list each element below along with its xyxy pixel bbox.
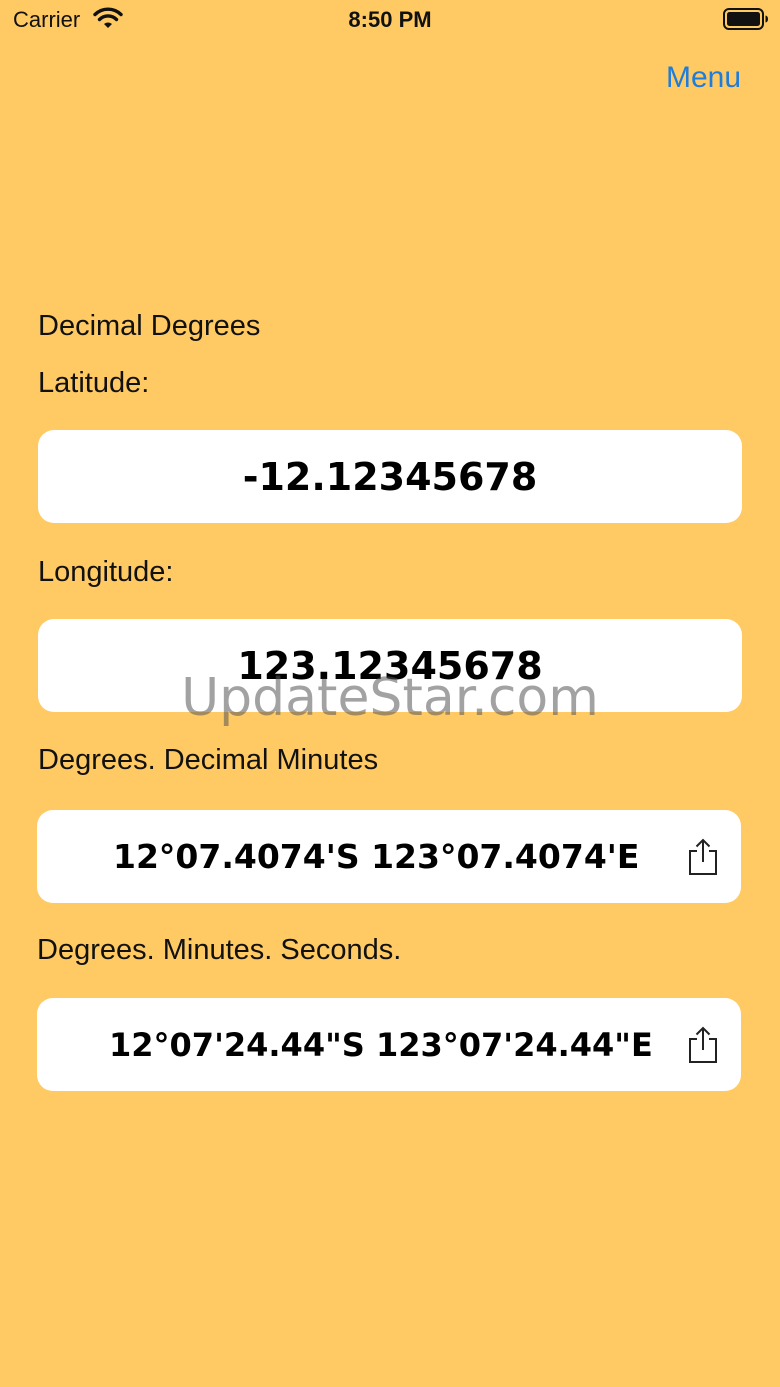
ddm-value: 12°07.4074'S 123°07.4074'E xyxy=(113,837,640,876)
longitude-field[interactable]: 123.12345678 xyxy=(38,619,742,712)
dms-field: 12°07'24.44"S 123°07'24.44"E xyxy=(37,998,741,1091)
latitude-label: Latitude: xyxy=(38,367,150,399)
dms-value: 12°07'24.44"S 123°07'24.44"E xyxy=(109,1025,653,1064)
decimal-degrees-label: Decimal Degrees xyxy=(38,310,261,342)
longitude-label: Longitude: xyxy=(38,556,174,588)
menu-button[interactable]: Menu xyxy=(666,61,741,95)
status-bar: Carrier 8:50 PM xyxy=(0,0,780,40)
dms-label: Degrees. Minutes. Seconds. xyxy=(37,934,402,966)
ddm-field: 12°07.4074'S 123°07.4074'E xyxy=(37,810,741,903)
latitude-value: -12.12345678 xyxy=(242,454,538,499)
share-icon[interactable] xyxy=(687,838,719,876)
longitude-value: 123.12345678 xyxy=(237,643,543,688)
ddm-label: Degrees. Decimal Minutes xyxy=(38,744,379,776)
clock: 8:50 PM xyxy=(348,7,432,32)
screen: Carrier 8:50 PM Menu Decimal Degrees Lat… xyxy=(0,0,780,1387)
battery-icon xyxy=(723,8,768,30)
share-icon[interactable] xyxy=(687,1026,719,1064)
latitude-field[interactable]: -12.12345678 xyxy=(38,430,742,523)
